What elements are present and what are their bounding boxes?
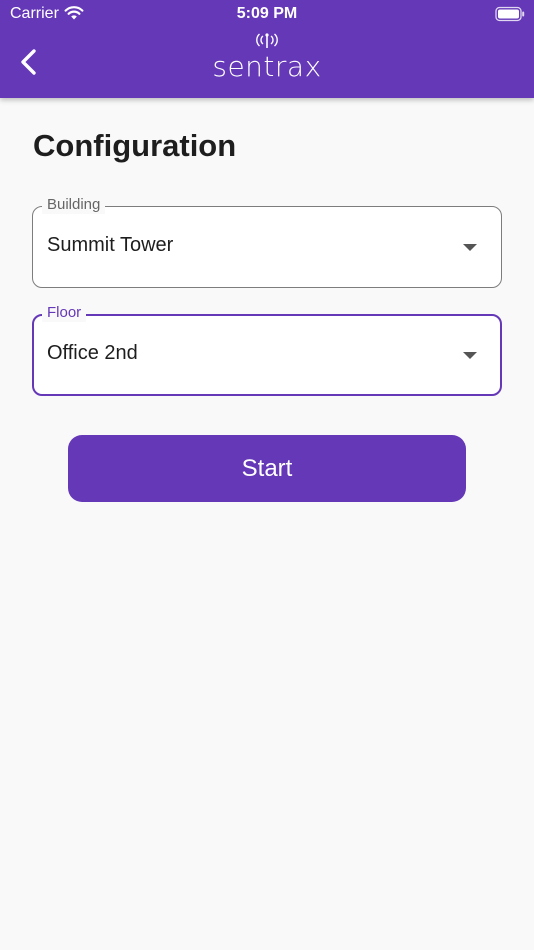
- dropdown-arrow-icon: [463, 244, 477, 251]
- app-header: Carrier 5:09 PM sentrax: [0, 0, 534, 98]
- battery-icon: [495, 6, 525, 22]
- building-label: Building: [42, 196, 106, 214]
- status-bar: Carrier 5:09 PM: [0, 0, 534, 28]
- building-dropdown[interactable]: Building Summit Tower: [32, 196, 502, 288]
- sentrax-logo: sentrax: [200, 32, 334, 83]
- back-button[interactable]: [14, 45, 46, 79]
- building-value: Summit Tower: [47, 234, 174, 256]
- floor-label: Floor: [42, 304, 87, 322]
- floor-dropdown[interactable]: Floor Office 2nd: [32, 304, 502, 396]
- logo-text: sentrax: [212, 50, 322, 83]
- start-button[interactable]: Start: [68, 435, 466, 502]
- floor-value: Office 2nd: [47, 342, 138, 364]
- page-title: Configuration: [33, 128, 237, 163]
- status-time: 5:09 PM: [236, 5, 298, 22]
- dropdown-arrow-icon: [463, 352, 477, 359]
- signal-icon: [256, 33, 278, 48]
